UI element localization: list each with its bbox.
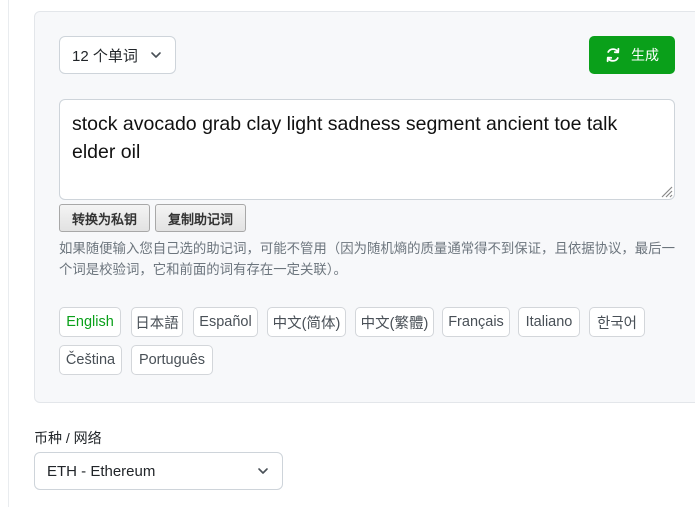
mnemonic-textarea[interactable]: stock avocado grab clay light sadness se… (59, 99, 675, 200)
lang-french[interactable]: Français (442, 307, 510, 337)
chevron-down-icon (151, 52, 161, 58)
lang-korean[interactable]: 한국어 (589, 307, 645, 337)
mnemonic-note: 如果随便输入您自己选的助记词，可能不管用（因为随机熵的质量通常得不到保证，且依据… (59, 241, 675, 277)
generate-label: 生成 (631, 47, 659, 63)
convert-to-private-key-button[interactable]: 转换为私钥 (59, 204, 150, 232)
lang-spanish[interactable]: Español (193, 307, 258, 337)
coin-network-label: 币种 / 网络 (34, 430, 102, 446)
left-divider (8, 0, 9, 507)
lang-english[interactable]: English (59, 307, 121, 337)
coin-network-select[interactable]: ETH - Ethereum (34, 452, 283, 490)
word-count-value: 12 个单词 (72, 47, 138, 65)
lang-chinese-simplified[interactable]: 中文(简体) (267, 307, 346, 337)
lang-portuguese[interactable]: Português (131, 345, 213, 375)
resize-handle-icon[interactable] (657, 182, 673, 198)
word-count-select[interactable]: 12 个单词 (59, 36, 176, 74)
generate-button[interactable]: 生成 (589, 36, 675, 74)
chevron-down-icon (258, 468, 268, 474)
refresh-icon (606, 47, 620, 63)
copy-mnemonic-button[interactable]: 复制助记词 (155, 204, 246, 232)
coin-network-value: ETH - Ethereum (47, 462, 156, 480)
page: 12 个单词 生成 stock avocado grab clay light … (0, 0, 695, 507)
lang-chinese-traditional[interactable]: 中文(繁體) (355, 307, 434, 337)
lang-czech[interactable]: Čeština (59, 345, 122, 375)
lang-italian[interactable]: Italiano (518, 307, 580, 337)
lang-japanese[interactable]: 日本語 (131, 307, 183, 337)
